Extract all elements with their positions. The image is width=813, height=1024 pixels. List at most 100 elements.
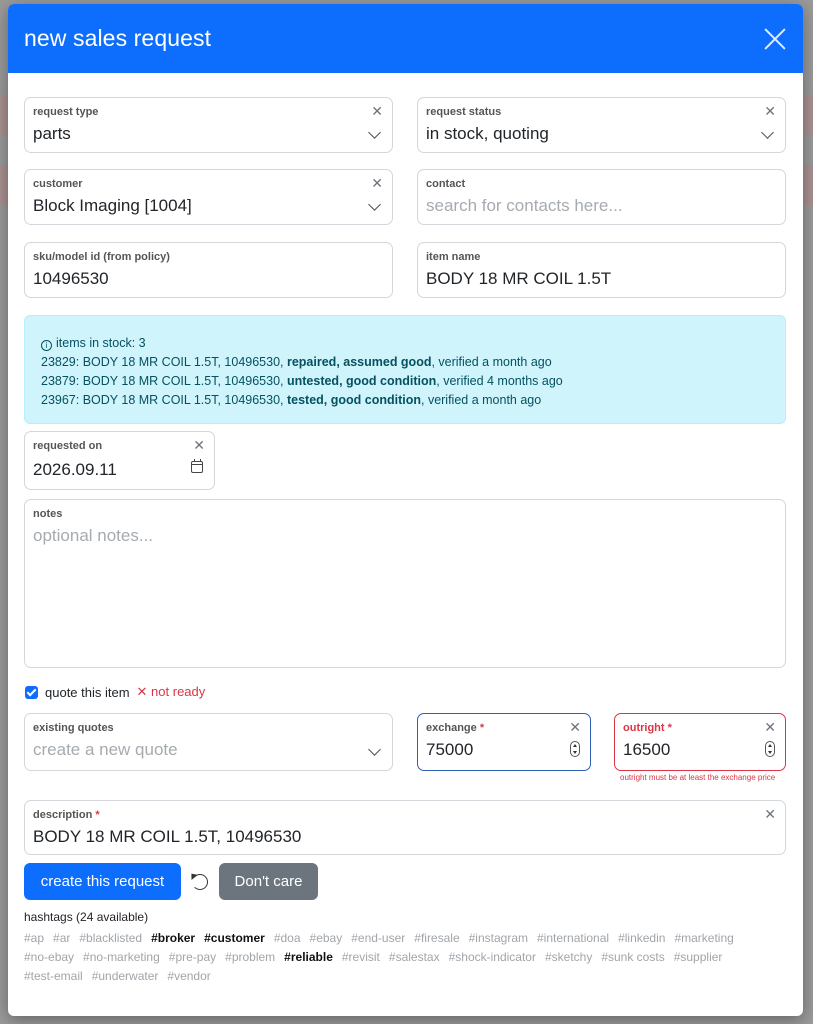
chevron-down-icon[interactable] — [761, 126, 774, 139]
hashtag-broker[interactable]: #broker — [151, 929, 195, 948]
hashtag-supplier[interactable]: #supplier — [674, 948, 723, 967]
hashtag-revisit[interactable]: #revisit — [342, 948, 380, 967]
hashtag-no-marketing[interactable]: #no-marketing — [83, 948, 160, 967]
field-value: parts — [33, 124, 71, 143]
field-label: description * — [33, 809, 100, 821]
clear-icon[interactable]: ✕ — [371, 104, 383, 118]
chevron-down-icon[interactable] — [368, 126, 381, 139]
hashtag-ap[interactable]: #ap — [24, 929, 44, 948]
hashtag-ar[interactable]: #ar — [53, 929, 70, 948]
sku-input[interactable]: sku/model id (from policy) 10496530 — [24, 242, 393, 298]
customer-select[interactable]: customer ✕ Block Imaging [1004] — [24, 169, 393, 225]
stock-item: 23967: BODY 18 MR COIL 1.5T, 10496530, t… — [41, 391, 769, 410]
stock-count: items in stock: 3 — [56, 336, 146, 350]
stock-item-text: 23829: BODY 18 MR COIL 1.5T, 10496530, — [41, 355, 287, 369]
calendar-icon[interactable] — [191, 459, 203, 473]
checkbox-checked-icon[interactable] — [25, 685, 38, 699]
field-label: sku/model id (from policy) — [33, 251, 170, 263]
quote-checkbox-label[interactable]: quote this item — [45, 685, 130, 700]
number-spinner-icon[interactable] — [570, 741, 580, 757]
number-spinner-icon[interactable] — [765, 741, 775, 757]
field-label: exchange * — [426, 722, 485, 734]
hashtag-no-ebay[interactable]: #no-ebay — [24, 948, 74, 967]
hashtag-list: #ap #ar #blacklisted #broker #customer #doa #e… — [24, 929, 794, 986]
modal-header: new sales request — [8, 4, 803, 73]
request-status-select[interactable]: request status ✕ in stock, quoting — [417, 97, 786, 153]
item-name-input[interactable]: item name BODY 18 MR COIL 1.5T — [417, 242, 786, 298]
hashtag-instagram[interactable]: #instagram — [469, 929, 528, 948]
notes-textarea[interactable]: notes optional notes... — [24, 499, 786, 668]
hashtag-doa[interactable]: #doa — [274, 929, 301, 948]
reset-icon[interactable] — [192, 874, 208, 890]
hashtag-sketchy[interactable]: #sketchy — [545, 948, 592, 967]
hashtag-vendor[interactable]: #vendor — [167, 967, 210, 986]
hashtag-end-user[interactable]: #end-user — [351, 929, 405, 948]
hashtag-test-email[interactable]: #test-email — [24, 967, 83, 986]
field-value: 2026.09.11 — [33, 460, 117, 479]
hashtag-pre-pay[interactable]: #pre-pay — [169, 948, 216, 967]
hashtag-problem[interactable]: #problem — [225, 948, 275, 967]
field-label: existing quotes — [33, 722, 114, 734]
stock-item-status: repaired, assumed good — [286, 355, 432, 369]
exchange-price-input[interactable]: exchange * ✕ 75000 — [417, 713, 591, 771]
stock-item-text: 23879: BODY 18 MR COIL 1.5T, 10496530, — [41, 374, 287, 388]
field-placeholder: search for contacts here... — [426, 196, 623, 215]
field-label: request type — [33, 106, 99, 118]
hashtag-customer[interactable]: #customer — [204, 929, 265, 948]
hashtag-underwater[interactable]: #underwater — [92, 967, 159, 986]
contact-search-input[interactable]: contact search for contacts here... — [417, 169, 786, 225]
hashtag-international[interactable]: #international — [537, 929, 609, 948]
chevron-down-icon[interactable] — [368, 743, 381, 756]
clear-icon[interactable]: ✕ — [764, 104, 776, 118]
hashtag-marketing[interactable]: #marketing — [674, 929, 733, 948]
hashtag-reliable[interactable]: #reliable — [284, 948, 333, 967]
field-label: outright * — [623, 722, 672, 734]
close-icon[interactable] — [763, 27, 787, 51]
description-input[interactable]: description * ✕ BODY 18 MR COIL 1.5T, 10… — [24, 800, 786, 855]
clear-icon[interactable]: ✕ — [193, 438, 205, 452]
hashtag-salestax[interactable]: #salestax — [389, 948, 440, 967]
field-placeholder: optional notes... — [33, 526, 154, 545]
field-label: requested on — [33, 440, 103, 452]
field-label: item name — [426, 251, 481, 263]
field-placeholder: create a new quote — [33, 740, 178, 759]
hashtag-blacklisted[interactable]: #blacklisted — [79, 929, 142, 948]
field-label: notes — [33, 508, 63, 520]
hashtag-linkedin[interactable]: #linkedin — [618, 929, 665, 948]
outright-error-message: outright must be at least the exchange p… — [620, 773, 776, 782]
dont-care-button[interactable]: Don't care — [219, 863, 318, 900]
stock-item-status: tested, good condition — [286, 393, 421, 407]
requested-on-date-input[interactable]: requested on ✕ 2026.09.11 — [24, 431, 215, 490]
hashtag-sunk-costs[interactable]: #sunk costs — [601, 948, 664, 967]
field-value: 10496530 — [33, 269, 109, 288]
stock-item-verified: , verified 4 months ago — [436, 374, 563, 388]
field-label: customer — [33, 178, 83, 190]
stock-item-status: untested, good condition — [286, 374, 437, 388]
clear-icon[interactable]: ✕ — [569, 720, 581, 734]
outright-price-input[interactable]: outright * ✕ 16500 — [614, 713, 786, 771]
hashtag-ebay[interactable]: #ebay — [310, 929, 343, 948]
new-sales-request-modal: new sales request request type ✕ parts r… — [8, 4, 803, 1016]
clear-icon[interactable]: ✕ — [764, 720, 776, 734]
quote-this-item-row: quote this item ✕ not ready — [25, 684, 205, 700]
hashtag-shock-indicator[interactable]: #shock-indicator — [449, 948, 536, 967]
hashtags-title: hashtags (24 available) — [24, 910, 149, 924]
request-type-select[interactable]: request type ✕ parts — [24, 97, 393, 153]
stock-item-verified: , verified a month ago — [431, 355, 552, 369]
field-value: 75000 — [426, 740, 474, 759]
clear-icon[interactable]: ✕ — [371, 176, 383, 190]
field-label: request status — [426, 106, 502, 118]
existing-quotes-select[interactable]: existing quotes create a new quote — [24, 713, 393, 771]
field-value: Block Imaging [1004] — [33, 196, 192, 215]
create-request-button[interactable]: create this request — [24, 863, 181, 900]
stock-info-alert: i items in stock: 3 23829: BODY 18 MR COI… — [24, 315, 786, 424]
field-value: BODY 18 MR COIL 1.5T — [426, 269, 612, 288]
stock-info-header: i items in stock: 3 — [41, 334, 769, 353]
field-label: contact — [426, 178, 466, 190]
hashtag-firesale[interactable]: #firesale — [414, 929, 459, 948]
clear-icon[interactable]: ✕ — [764, 807, 776, 821]
chevron-down-icon[interactable] — [368, 198, 381, 211]
stock-item-verified: , verified a month ago — [421, 393, 542, 407]
stock-item: 23829: BODY 18 MR COIL 1.5T, 10496530, r… — [41, 353, 769, 372]
stock-item-text: 23967: BODY 18 MR COIL 1.5T, 10496530, — [41, 393, 287, 407]
